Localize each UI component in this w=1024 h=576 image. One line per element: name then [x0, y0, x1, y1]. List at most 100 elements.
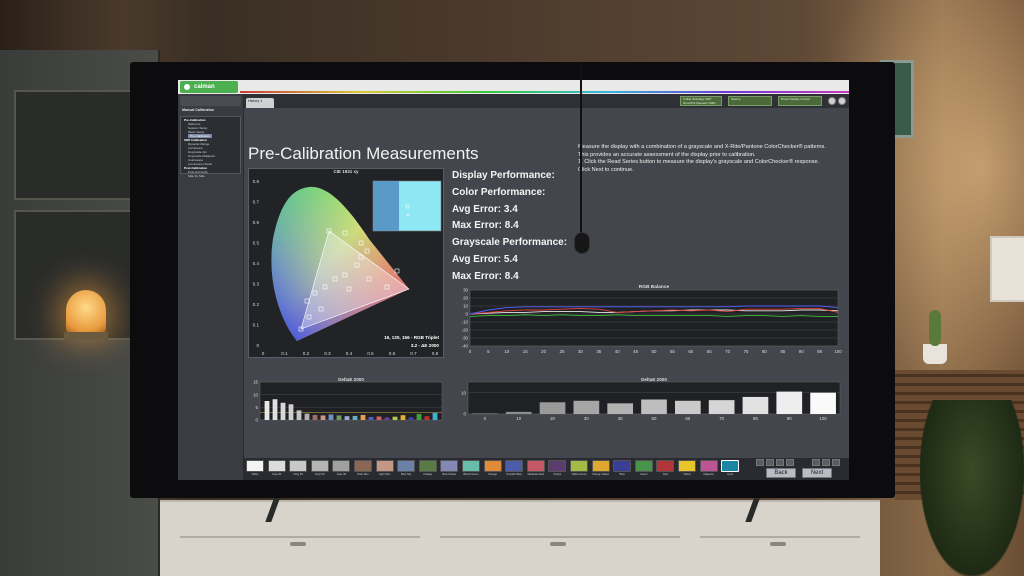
cie-y-tick: 0.4	[253, 261, 260, 266]
swatch-label: Yellow	[683, 473, 691, 476]
swatch-label: White	[251, 473, 259, 476]
swatch-label: Dark Skin	[357, 473, 369, 476]
color-swatch[interactable]	[332, 460, 351, 472]
swatch-label: Blue Sky	[401, 473, 412, 476]
color-swatch[interactable]	[591, 460, 610, 472]
cie-x-tick: 0.8	[432, 351, 439, 356]
color-deltae-chart: DeltaE 2000 15 10 5 0	[248, 376, 444, 424]
swatch-label: Blue	[619, 473, 625, 476]
color-swatch[interactable]	[634, 460, 653, 472]
deltae-y-tick: 5	[256, 405, 259, 410]
swatch-label: Red	[663, 473, 668, 476]
performance-summary: Display Performance: Color Performance: …	[452, 168, 567, 286]
calman-window: calman Manual Calibration Pre-Calibratio…	[178, 80, 849, 480]
rgb-x-tick: 65	[707, 349, 712, 354]
cie-y-tick: 0.1	[253, 323, 260, 328]
layout-button[interactable]	[832, 459, 840, 466]
back-button[interactable]: Back	[766, 468, 796, 478]
color-swatch[interactable]	[678, 460, 696, 472]
help-icon[interactable]	[838, 97, 846, 105]
color-swatch[interactable]	[548, 460, 567, 472]
color-swatch[interactable]	[354, 460, 372, 472]
cactus	[929, 310, 941, 346]
gray-deltae-x-tick: 80	[753, 416, 758, 421]
cie-x-tick: 0.1	[281, 351, 288, 356]
page-title: Pre-Calibration Measurements	[248, 144, 479, 163]
swatch-label: Green	[640, 473, 648, 476]
color-swatch[interactable]	[505, 460, 524, 472]
rgb-x-tick: 50	[652, 349, 657, 354]
logo-icon	[184, 84, 190, 90]
color-swatch[interactable]	[613, 460, 632, 472]
tab-history[interactable]: History 1	[246, 98, 274, 108]
color-swatch[interactable]	[462, 460, 480, 472]
drawer-knob	[770, 542, 786, 546]
stop-button[interactable]	[786, 459, 794, 466]
color-swatch[interactable]	[721, 460, 740, 472]
cie-y-tick: 0.5	[253, 241, 260, 246]
zoom-inset-shade	[373, 181, 399, 231]
deltae-bar	[304, 413, 310, 420]
color-swatch[interactable]	[483, 460, 502, 472]
color-swatch[interactable]	[375, 460, 394, 472]
zoom-button[interactable]	[822, 459, 830, 466]
rgb-x-tick: 0	[469, 349, 472, 354]
settings-icon[interactable]	[828, 97, 836, 105]
cie-x-tick: 0.6	[389, 351, 396, 356]
cie-x-tick: 0.4	[346, 351, 353, 356]
color-swatch[interactable]	[656, 460, 675, 472]
gray-deltae-x-tick: 0	[484, 416, 487, 421]
instructions: Measure the display with a combination o…	[578, 144, 848, 175]
workflow-list: Pre-Calibration Welcome Session Setup Meter…	[180, 116, 241, 178]
cie-x-tick: 0.3	[324, 351, 331, 356]
swatch-label: Gray 80	[271, 473, 282, 476]
color-swatch[interactable]	[418, 460, 437, 472]
swatch-label: Moderate Red	[527, 473, 545, 476]
title-bar: calman	[178, 80, 849, 94]
color-swatch[interactable]	[526, 460, 545, 472]
color-swatch[interactable]	[267, 460, 286, 472]
cie-title: CIE 1931 xy	[333, 169, 359, 174]
gray-deltae-bar	[674, 400, 701, 414]
swatch-label: Blue Flower	[442, 473, 457, 476]
deltae-bar	[288, 404, 294, 420]
cie-y-tick: 0	[256, 343, 259, 348]
display-selector[interactable]: Direct Display Control	[778, 96, 822, 106]
color-performance-heading: Color Performance:	[452, 186, 546, 198]
sidebar-item[interactable]: Side by Side	[184, 174, 237, 178]
cie-y-tick: 0.7	[253, 200, 260, 205]
deltae-bar	[280, 402, 286, 420]
color-swatch[interactable]	[246, 460, 264, 472]
color-swatch[interactable]	[310, 460, 329, 472]
swatch-label: Gray 65	[293, 473, 303, 476]
color-swatch[interactable]	[397, 460, 416, 472]
deltae-bar	[272, 399, 278, 420]
read-series-button[interactable]	[756, 459, 764, 466]
rgb-x-tick: 60	[688, 349, 693, 354]
brand-name: calman	[194, 84, 215, 90]
gray-deltae-bar	[641, 399, 667, 414]
source-selector[interactable]: Source	[728, 96, 772, 106]
color-swatch[interactable]	[289, 460, 308, 472]
rgb-y-tick: 10	[463, 304, 468, 309]
rgb-x-tick: 70	[725, 349, 730, 354]
rgb-x-tick: 85	[780, 349, 785, 354]
continuous-button[interactable]	[776, 459, 784, 466]
next-button[interactable]: Next	[802, 468, 832, 478]
deltae-bar	[416, 413, 422, 420]
color-swatch[interactable]	[570, 460, 588, 472]
rgb-y-tick: -10	[462, 320, 469, 325]
read-button[interactable]	[766, 459, 774, 466]
deltae-bar	[400, 415, 406, 420]
grayscale-performance-heading: Grayscale Performance:	[452, 237, 568, 249]
sidebar-item-label: Side by Side	[188, 174, 205, 178]
gray-deltae-x-tick: 30	[584, 416, 589, 421]
gray-deltae-bar	[472, 413, 498, 414]
deltae-y-tick: 15	[253, 380, 258, 385]
color-swatch[interactable]	[440, 460, 459, 472]
color-deltae-plot: DeltaE 2000 15 10 5 0	[253, 377, 443, 423]
color-swatch[interactable]	[699, 460, 718, 472]
rgb-y-tick: 30	[463, 288, 468, 293]
options-button[interactable]	[812, 459, 820, 466]
meter-selector[interactable]: X-Rite i1Display 3/3P Non-PFS (Generic C…	[680, 96, 722, 106]
